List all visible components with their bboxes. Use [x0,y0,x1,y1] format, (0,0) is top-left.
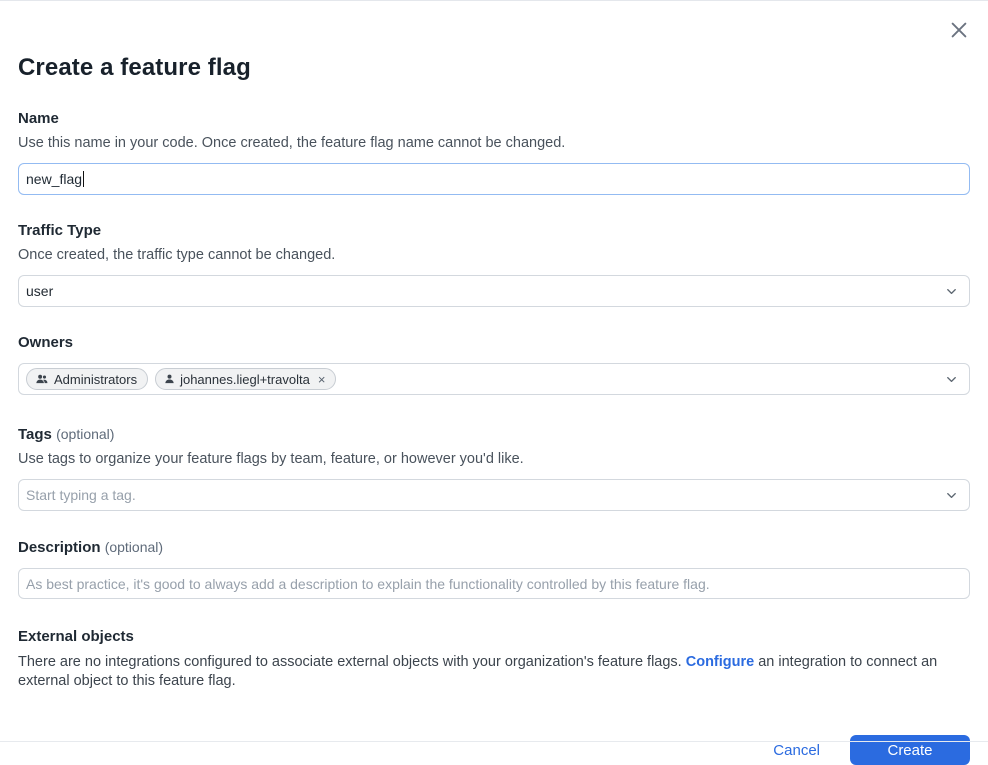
cancel-button[interactable]: Cancel [773,742,820,759]
tags-helper: Use tags to organize your feature flags … [18,450,970,469]
create-button[interactable]: Create [850,735,970,765]
traffic-type-select[interactable]: user [18,275,970,307]
name-input[interactable]: new_flag [18,163,970,195]
tags-label-text: Tags [18,426,52,443]
tags-optional-text: (optional) [56,426,114,442]
external-objects-label: External objects [18,627,970,647]
chevron-down-icon [944,488,959,503]
modal-title: Create a feature flag [18,53,970,83]
configure-link[interactable]: Configure [686,654,754,670]
chevron-down-icon [944,284,959,299]
description-placeholder: As best practice, it's good to always ad… [26,576,710,592]
modal-bottom-divider [0,741,988,742]
name-helper: Use this name in your code. Once created… [18,134,970,153]
owner-chip-label: Administrators [54,372,137,387]
traffic-type-value: user [26,283,53,299]
traffic-type-helper: Once created, the traffic type cannot be… [18,246,970,265]
create-feature-flag-modal: Create a feature flag Name Use this name… [0,0,988,763]
owner-chip-administrators[interactable]: Administrators [26,368,148,390]
description-input[interactable]: As best practice, it's good to always ad… [18,568,970,599]
description-label: Description (optional) [18,537,970,558]
text-cursor [83,171,84,187]
external-text-before: There are no integrations configured to … [18,654,686,670]
user-icon [164,373,175,385]
group-icon [35,373,49,385]
name-input-value: new_flag [26,171,82,187]
owner-chip-label: johannes.liegl+travolta [180,372,310,387]
owner-chip-user[interactable]: johannes.liegl+travolta × [155,368,336,390]
owners-multiselect[interactable]: Administrators johannes.liegl+travolta × [18,363,970,395]
tags-select[interactable]: Start typing a tag. [18,479,970,511]
owners-chips: Administrators johannes.liegl+travolta × [26,368,336,390]
chevron-down-icon [944,372,959,387]
remove-icon[interactable]: × [318,373,326,386]
name-label: Name [18,109,970,129]
tags-label: Tags (optional) [18,424,970,445]
description-label-text: Description [18,539,101,556]
owners-label: Owners [18,333,970,353]
modal-footer: Cancel Create [18,735,970,765]
close-icon[interactable] [946,17,972,43]
traffic-type-label: Traffic Type [18,221,970,241]
description-optional-text: (optional) [105,539,163,555]
tags-placeholder: Start typing a tag. [26,487,136,503]
external-objects-text: There are no integrations configured to … [18,653,970,691]
